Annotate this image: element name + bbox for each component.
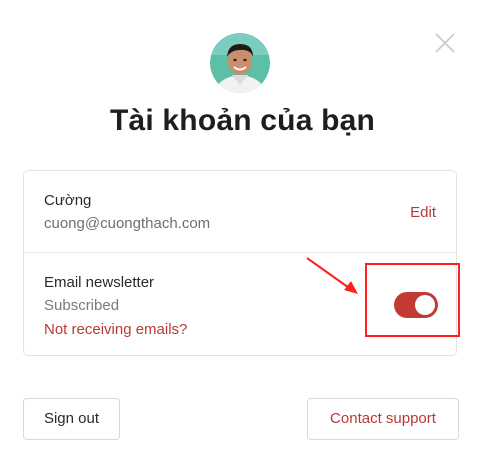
account-card: Cường cuong@cuongthach.com Edit Email ne… <box>23 170 457 356</box>
account-name: Cường <box>44 192 92 209</box>
toggle-knob <box>415 295 435 315</box>
newsletter-title: Email newsletter <box>44 274 155 291</box>
account-modal: Tài khoản của bạn Cường cuong@cuongthach… <box>0 0 485 460</box>
close-button[interactable] <box>432 30 458 56</box>
newsletter-status: Subscribed <box>44 297 120 314</box>
edit-link[interactable]: Edit <box>410 204 436 221</box>
page-title: Tài khoản của bạn <box>109 104 376 137</box>
account-row: Cường cuong@cuongthach.com Edit <box>24 171 456 253</box>
account-email: cuong@cuongthach.com <box>44 215 211 232</box>
newsletter-toggle[interactable] <box>394 292 438 318</box>
not-receiving-emails-link[interactable]: Not receiving emails? <box>44 321 187 338</box>
close-icon <box>435 33 455 53</box>
sign-out-button[interactable]: Sign out <box>23 398 120 440</box>
avatar <box>210 33 270 93</box>
newsletter-row: Email newsletter Subscribed Not receivin… <box>24 253 456 357</box>
contact-support-button[interactable]: Contact support <box>307 398 459 440</box>
